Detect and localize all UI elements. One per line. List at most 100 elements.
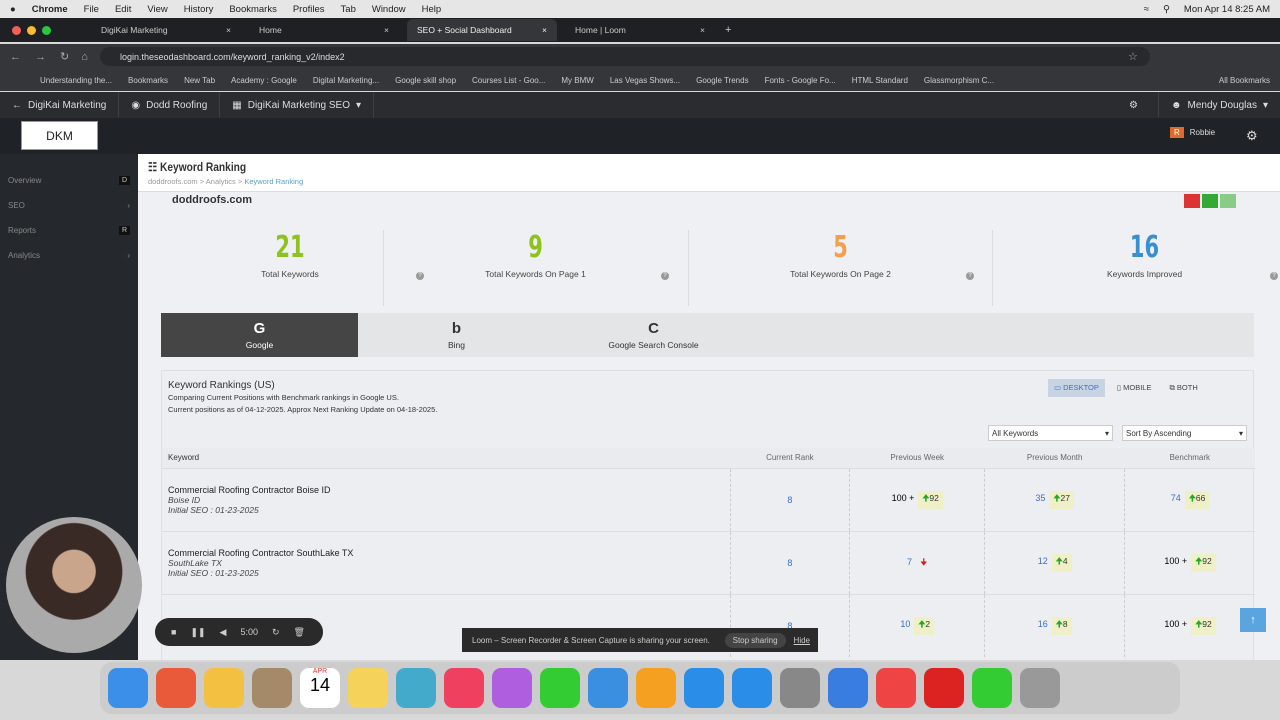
dock-app-icon[interactable]	[396, 668, 436, 708]
menu-window[interactable]: Window	[372, 4, 406, 15]
bookmark[interactable]: Courses List - Goo...	[472, 76, 545, 85]
csv-export-icon[interactable]	[1220, 194, 1236, 208]
close-icon[interactable]: ×	[542, 25, 547, 35]
close-icon[interactable]: ×	[226, 25, 231, 35]
dock-app-icon[interactable]	[972, 668, 1012, 708]
user-menu[interactable]: ☻ Mendy Douglas ▾	[1157, 92, 1280, 118]
dock-app-icon[interactable]	[828, 668, 868, 708]
sidebar-item-reports[interactable]: Reports R	[0, 218, 138, 243]
url-input[interactable]: login.theseodashboard.com/keyword_rankin…	[100, 47, 1150, 66]
xls-export-icon[interactable]	[1202, 194, 1218, 208]
sidebar-item-analytics[interactable]: Analytics ›	[0, 243, 138, 268]
hide-button[interactable]: Hide	[794, 636, 810, 645]
bookmark[interactable]: Fonts - Google Fo...	[765, 76, 836, 85]
search-icon[interactable]: ⚲	[1163, 4, 1170, 15]
menu-tab[interactable]: Tab	[341, 4, 356, 15]
tab-search-console[interactable]: C Google Search Console	[555, 313, 752, 357]
dock-app-icon[interactable]	[876, 668, 916, 708]
dock-app-icon[interactable]	[156, 668, 196, 708]
sidebar-item-overview[interactable]: Overview D	[0, 168, 138, 193]
mobile-button[interactable]: ▯ MOBILE	[1111, 379, 1158, 397]
help-icon[interactable]: ?	[966, 272, 974, 280]
dock-app-icon[interactable]	[636, 668, 676, 708]
bookmark-star-icon[interactable]: ☆	[1128, 50, 1138, 63]
dock-app-icon[interactable]	[684, 668, 724, 708]
close-icon[interactable]: ×	[700, 25, 705, 35]
workspace-selector[interactable]: ▦ DigiKai Marketing SEO ▾	[220, 92, 375, 118]
all-bookmarks[interactable]: All Bookmarks	[1219, 76, 1270, 85]
bookmark[interactable]: Google Trends	[696, 76, 748, 85]
table-row[interactable]: Commercial Roofing Contractor SouthLake …	[162, 530, 1255, 594]
dock-app-icon[interactable]	[1020, 668, 1060, 708]
trash-icon[interactable]: 🗑	[294, 627, 305, 638]
keyword-filter-select[interactable]: All Keywords ▾	[988, 425, 1113, 441]
tab-digikai[interactable]: DigiKai Marketing ×	[91, 19, 241, 41]
account[interactable]: R Robbie	[1170, 127, 1215, 138]
menu-app[interactable]: Chrome	[32, 4, 68, 15]
back-to-agency[interactable]: ← DigiKai Marketing	[0, 92, 120, 118]
col-keyword[interactable]: Keyword	[162, 448, 730, 468]
dock-app-icon[interactable]	[492, 668, 532, 708]
bookmark[interactable]: Glassmorphism C...	[924, 76, 994, 85]
apple-icon[interactable]: ●	[10, 4, 16, 15]
dock-app-icon[interactable]	[924, 668, 964, 708]
minimize-window-button[interactable]	[27, 25, 36, 35]
tab-seo-dashboard[interactable]: SEO + Social Dashboard ×	[407, 19, 557, 41]
location-selector[interactable]: ◉ Dodd Roofing	[119, 92, 221, 118]
col-benchmark[interactable]: Benchmark	[1124, 448, 1255, 468]
both-button[interactable]: ⧉ BOTH	[1163, 379, 1203, 397]
menu-edit[interactable]: Edit	[115, 4, 131, 15]
menu-view[interactable]: View	[147, 4, 167, 15]
col-previous-month[interactable]: Previous Month	[984, 448, 1125, 468]
calendar-app-icon[interactable]: APR 14	[300, 668, 340, 708]
bookmark[interactable]: Understanding the...	[40, 76, 112, 85]
help-icon[interactable]: ?	[661, 272, 669, 280]
bookmark[interactable]: New Tab	[184, 76, 215, 85]
dock-app-icon[interactable]	[588, 668, 628, 708]
home-icon[interactable]: ⌂	[81, 51, 88, 63]
reload-icon[interactable]: ↻	[60, 50, 69, 63]
dock-app-icon[interactable]	[540, 668, 580, 708]
dock-app-icon[interactable]	[780, 668, 820, 708]
bookmark[interactable]: Academy : Google	[231, 76, 297, 85]
menu-help[interactable]: Help	[422, 4, 442, 15]
settings-gear-icon[interactable]: ⚙	[1246, 128, 1258, 144]
scroll-to-top-button[interactable]: ↑	[1240, 608, 1266, 632]
bookmark[interactable]: HTML Standard	[852, 76, 908, 85]
bookmark[interactable]: Google skill shop	[395, 76, 456, 85]
restart-icon[interactable]: ↻	[272, 627, 280, 638]
bookmark[interactable]: Las Vegas Shows...	[610, 76, 680, 85]
bookmark[interactable]: Bookmarks	[128, 76, 168, 85]
dock-app-icon[interactable]	[732, 668, 772, 708]
sort-select[interactable]: Sort By Ascending ▾	[1122, 425, 1247, 441]
dock-app-icon[interactable]	[204, 668, 244, 708]
desktop-button[interactable]: ▭ DESKTOP	[1048, 379, 1105, 397]
logo[interactable]: DKM	[21, 121, 98, 150]
clock[interactable]: Mon Apr 14 8:25 AM	[1184, 4, 1270, 15]
forward-icon[interactable]: →	[35, 51, 46, 63]
rewind-icon[interactable]: ◀	[220, 627, 227, 638]
tab-bing[interactable]: b Bing	[358, 313, 555, 357]
close-icon[interactable]: ×	[384, 25, 389, 35]
new-tab-button[interactable]: +	[725, 24, 731, 36]
menu-history[interactable]: History	[184, 4, 214, 15]
tab-home[interactable]: Home ×	[249, 19, 399, 41]
pdf-export-icon[interactable]	[1184, 194, 1200, 208]
col-previous-week[interactable]: Previous Week	[849, 448, 985, 468]
sidebar-item-seo[interactable]: SEO ›	[0, 193, 138, 218]
gear-icon[interactable]: ⚙	[1129, 100, 1138, 111]
wifi-icon[interactable]: ≈	[1144, 4, 1149, 15]
menu-file[interactable]: File	[84, 4, 99, 15]
stop-sharing-button[interactable]: Stop sharing	[724, 632, 786, 648]
menu-profiles[interactable]: Profiles	[293, 4, 325, 15]
webcam-bubble[interactable]	[6, 517, 142, 653]
dock-app-icon[interactable]	[252, 668, 292, 708]
bookmark[interactable]: Digital Marketing...	[313, 76, 379, 85]
stop-icon[interactable]: ■	[171, 627, 176, 637]
help-icon[interactable]: ?	[1270, 272, 1278, 280]
pause-icon[interactable]: ❚❚	[190, 627, 205, 638]
breadcrumb-item[interactable]: Analytics	[206, 177, 236, 186]
tab-google[interactable]: G Google	[161, 313, 358, 357]
menu-bookmarks[interactable]: Bookmarks	[229, 4, 277, 15]
dock-app-icon[interactable]	[348, 668, 388, 708]
